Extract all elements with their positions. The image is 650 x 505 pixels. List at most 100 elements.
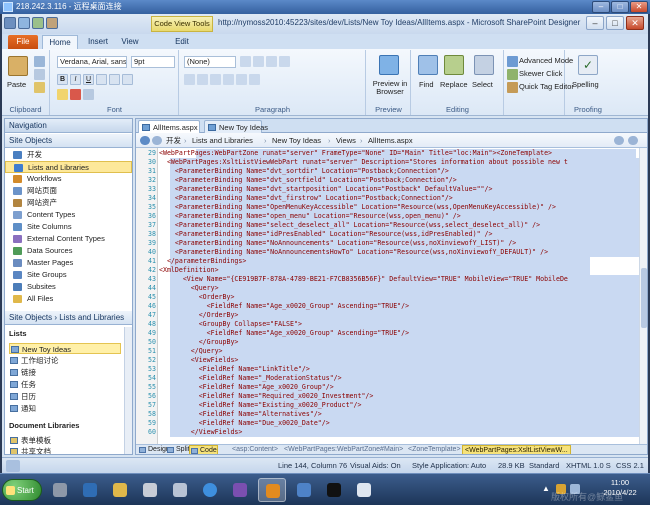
internet-explorer-icon[interactable] (196, 478, 224, 502)
rendering-mode[interactable]: Standard (529, 458, 559, 473)
bullets-icon[interactable] (240, 56, 251, 67)
style-select[interactable]: (None) (184, 56, 236, 68)
breadcrumb-item[interactable]: Lists and Libraries (192, 133, 253, 148)
site-object-item[interactable]: Data Sources (5, 245, 132, 257)
breadcrumb-item[interactable]: 开发 (166, 133, 181, 148)
spelling-button[interactable]: Spelling (572, 80, 599, 89)
replace-icon[interactable] (444, 55, 464, 75)
subscript-button[interactable] (109, 74, 120, 85)
format-painter-icon[interactable] (34, 82, 45, 93)
font-family-select[interactable]: Verdana, Arial, sans (57, 56, 127, 68)
site-object-item[interactable]: Site Columns (5, 221, 132, 233)
document-icon[interactable] (290, 478, 318, 502)
cut-icon[interactable] (34, 56, 45, 67)
code-view-button[interactable]: Code (189, 445, 218, 454)
strikethrough-button[interactable] (96, 74, 107, 85)
paste-button[interactable]: Paste (7, 80, 26, 89)
explorer-icon[interactable] (106, 478, 134, 502)
replace-button[interactable]: Replace (440, 80, 468, 89)
site-object-item[interactable]: All Files (5, 293, 132, 305)
redo-icon[interactable] (46, 17, 58, 29)
select-icon[interactable] (474, 55, 494, 75)
list-item[interactable]: 日历 (9, 391, 121, 402)
underline-button[interactable]: U (83, 74, 94, 85)
find-button[interactable]: Find (419, 80, 434, 89)
align-right-icon[interactable] (210, 74, 221, 85)
site-object-item[interactable]: 网站页面 (5, 185, 132, 197)
align-center-icon[interactable] (197, 74, 208, 85)
code-scrollbar[interactable] (639, 148, 647, 444)
paste-icon[interactable] (8, 56, 28, 76)
maximize-button[interactable]: □ (606, 16, 624, 30)
breadcrumb-item[interactable]: New Toy Ideas (272, 133, 321, 148)
preview-in-browser-button[interactable]: Preview in Browser (371, 80, 409, 96)
doctype-status[interactable]: XHTML 1.0 S (566, 458, 611, 473)
breadcrumb-next-icon[interactable] (628, 136, 638, 145)
italic-button[interactable]: I (70, 74, 81, 85)
skewer-click-button[interactable]: Skewer Click (519, 69, 562, 78)
tab-new-toy-ideas[interactable]: New Toy Ideas (204, 120, 268, 133)
navigation-scrollbar[interactable] (124, 327, 132, 454)
select-button[interactable]: Select (472, 80, 493, 89)
save-icon[interactable] (18, 17, 30, 29)
font-size-select[interactable]: 9pt (131, 56, 175, 68)
forward-icon[interactable] (152, 136, 162, 145)
rdp-minimize-button[interactable]: – (592, 1, 610, 13)
advanced-mode-icon[interactable] (507, 56, 518, 67)
numbering-icon[interactable] (253, 56, 264, 67)
tag-webpartzone[interactable]: <WebPartPages:WebPartZone#Main> (284, 445, 403, 454)
breadcrumb-prev-icon[interactable] (614, 136, 624, 145)
justify-icon[interactable] (223, 74, 234, 85)
tag-zonetemplate[interactable]: <ZoneTemplate> (408, 445, 461, 454)
lists-and-libraries-header[interactable]: Site Objects › Lists and Libraries (5, 311, 132, 325)
site-object-item[interactable]: Master Pages (5, 257, 132, 269)
powershell-icon[interactable] (76, 478, 104, 502)
visual-aids-status[interactable]: Visual Aids: On (350, 458, 401, 473)
start-button[interactable]: Start (2, 479, 42, 501)
site-object-item[interactable]: Content Types (5, 209, 132, 221)
copy-icon[interactable] (34, 69, 45, 80)
back-icon[interactable] (140, 136, 150, 145)
tab-insert[interactable]: Insert (82, 35, 114, 49)
tab-file[interactable]: File (8, 35, 38, 49)
document-library-item[interactable]: 表单模板 (9, 435, 121, 446)
sharepoint-designer-taskbar-icon[interactable] (258, 478, 286, 502)
list-item[interactable]: 工作组讨论 (9, 355, 121, 366)
bold-button[interactable]: B (57, 74, 68, 85)
rdp-close-button[interactable]: ✕ (630, 1, 648, 13)
visual-studio-icon[interactable] (226, 478, 254, 502)
window-icon[interactable] (350, 478, 378, 502)
decrease-indent-icon[interactable] (266, 56, 277, 67)
undo-icon[interactable] (32, 17, 44, 29)
list-item[interactable]: 链接 (9, 367, 121, 378)
minimize-button[interactable]: – (586, 16, 604, 30)
css-version-status[interactable]: CSS 2.1 (616, 458, 644, 473)
rdp-titlebar[interactable]: 218.242.3.116 - 远程桌面连接 – □ ✕ (0, 0, 650, 14)
tab-home[interactable]: Home (42, 35, 78, 49)
find-icon[interactable] (418, 55, 438, 75)
site-object-item[interactable]: Subsites (5, 281, 132, 293)
site-object-item[interactable]: Site Groups (5, 269, 132, 281)
code-scrollbar-thumb[interactable] (641, 268, 647, 328)
align-left-icon[interactable] (184, 74, 195, 85)
borders-icon[interactable] (236, 74, 247, 85)
command-prompt-icon[interactable] (320, 478, 348, 502)
split-view-button[interactable]: Split (166, 445, 190, 454)
tag-asp-content[interactable]: <asp:Content> (232, 445, 278, 454)
settings-icon[interactable] (166, 478, 194, 502)
document-library-item[interactable]: 共享文档 (9, 446, 121, 454)
tab-allitems[interactable]: AllItems.aspx (138, 120, 200, 133)
rdp-maximize-button[interactable]: □ (611, 1, 629, 13)
highlight-color-icon[interactable] (57, 89, 68, 100)
preview-in-browser-icon[interactable] (379, 55, 399, 75)
skewer-click-icon[interactable] (507, 69, 518, 80)
breadcrumb-item[interactable]: Views (336, 133, 356, 148)
app-titlebar[interactable]: Code View Tools http://nymoss2010:45223/… (2, 14, 648, 34)
increase-indent-icon[interactable] (279, 56, 290, 67)
list-item[interactable]: 通知 (9, 403, 121, 414)
code-editor[interactable]: 29 30 31 32 33 34 35 36 37 38 39 40 41 42 43 44 45 46 47 48… (136, 148, 641, 444)
tab-edit[interactable]: Edit (152, 35, 212, 49)
clear-formatting-icon[interactable] (83, 89, 94, 100)
list-item[interactable]: New Toy Ideas (9, 343, 121, 354)
server-manager-icon[interactable] (46, 478, 74, 502)
